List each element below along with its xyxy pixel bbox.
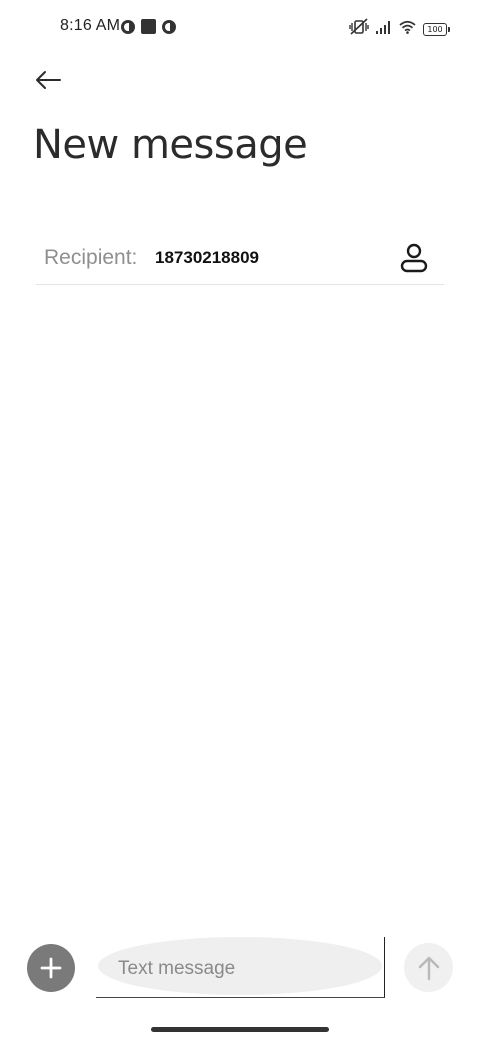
- status-time: 8:16 AM: [60, 17, 121, 34]
- wifi-icon: [399, 20, 416, 39]
- arrow-left-icon: [36, 71, 61, 89]
- back-button[interactable]: [30, 64, 66, 96]
- signal-icon: [376, 20, 392, 39]
- message-input[interactable]: [116, 955, 360, 983]
- new-message-screen: 8:16 AM 100 New message Recipient: 18730…: [0, 0, 480, 1040]
- status-bar: 8:16 AM 100: [0, 0, 480, 56]
- arrow-up-icon: [418, 956, 439, 980]
- person-icon: [400, 243, 428, 273]
- recipient-row[interactable]: Recipient: 18730218809: [36, 232, 444, 285]
- vibrate-off-icon: [349, 18, 369, 41]
- battery-icon: 100: [423, 23, 450, 36]
- battery-level: 100: [423, 23, 447, 36]
- app-notification-icon: [162, 19, 176, 34]
- app-notification-icon: [121, 19, 135, 34]
- select-contact-button[interactable]: [396, 240, 432, 276]
- page-title: New message: [33, 122, 308, 168]
- notification-icons: [121, 19, 176, 34]
- recipient-number[interactable]: 18730218809: [155, 248, 259, 268]
- system-icons: 100: [349, 18, 450, 41]
- plus-icon: [40, 957, 62, 979]
- square-notification-icon: [141, 19, 156, 34]
- recipient-label: Recipient:: [44, 246, 138, 269]
- compose-field[interactable]: [96, 937, 385, 998]
- send-button[interactable]: [404, 943, 453, 992]
- add-attachment-button[interactable]: [27, 944, 75, 992]
- home-indicator[interactable]: [151, 1027, 329, 1032]
